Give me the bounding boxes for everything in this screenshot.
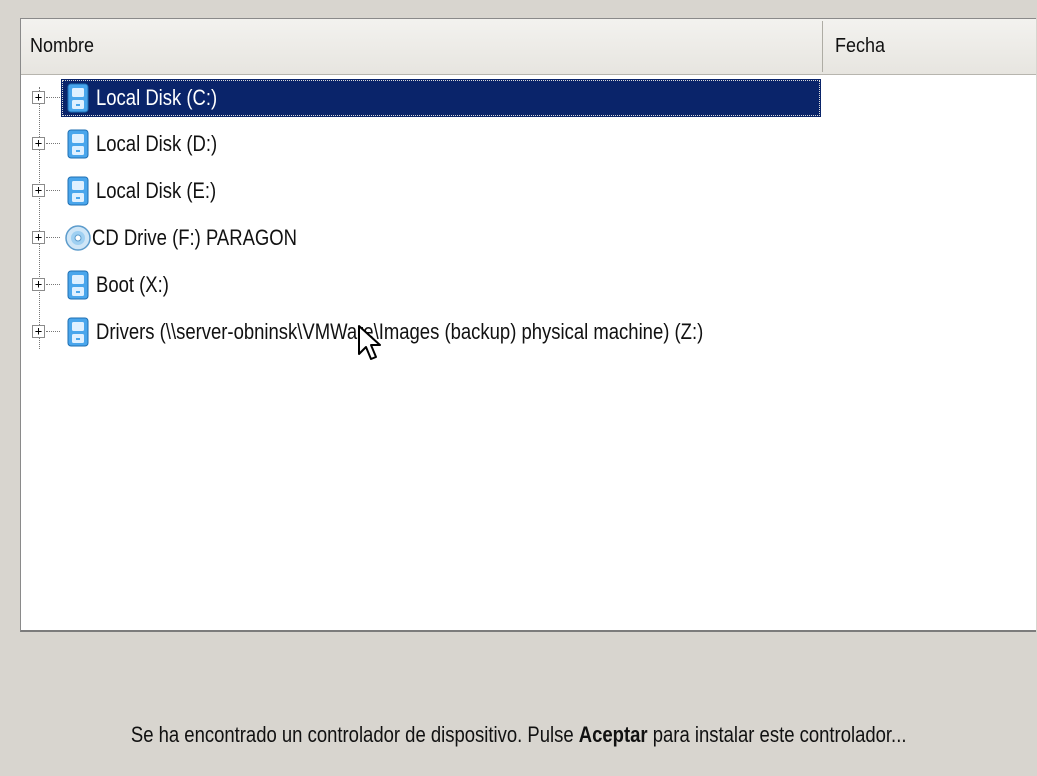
tree-item-local-disk-c[interactable]: + Local Disk (C:) (21, 76, 823, 120)
hard-disk-icon (67, 176, 89, 206)
hard-disk-icon (67, 129, 89, 159)
expand-icon[interactable]: + (32, 137, 45, 150)
expand-icon[interactable]: + (32, 325, 45, 338)
tree-item-label: Boot (X:) (96, 272, 169, 297)
column-header-date[interactable]: Fecha (826, 19, 1015, 74)
tree-item-cd-drive-f[interactable]: + CD Drive (F:) PARAGON (21, 216, 823, 260)
hard-disk-icon (67, 270, 89, 300)
tree-item-label: CD Drive (F:) PARAGON (92, 225, 297, 250)
tree-item-local-disk-d[interactable]: + Local Disk (D:) (21, 122, 823, 166)
cd-drive-icon (65, 225, 91, 251)
list-header: Nombre Fecha (21, 19, 1036, 75)
status-text-accept: Aceptar (578, 722, 648, 747)
driver-browse-window: Nombre Fecha + Local Disk (C:) + Local D… (0, 0, 1037, 776)
expand-icon[interactable]: + (32, 278, 45, 291)
status-message: Se ha encontrado un controlador de dispo… (0, 722, 1037, 762)
column-divider[interactable] (822, 21, 823, 72)
status-text-prefix: Se ha encontrado un controlador de dispo… (130, 722, 579, 747)
expand-icon[interactable]: + (32, 91, 45, 104)
status-text-suffix: para instalar este controlador... (647, 722, 907, 747)
expand-icon[interactable]: + (32, 231, 45, 244)
expand-icon[interactable]: + (32, 184, 45, 197)
tree-item-label: Local Disk (C:) (61, 79, 821, 117)
tree-item-label: Local Disk (E:) (96, 178, 217, 203)
network-drive-icon (67, 317, 89, 347)
tree-item-drivers-z[interactable]: + Drivers (\\server-obninsk\VMWare\Image… (21, 310, 823, 354)
drive-list-panel[interactable]: Nombre Fecha + Local Disk (C:) + Local D… (20, 18, 1036, 632)
column-header-name[interactable]: Nombre (21, 19, 741, 74)
tree-item-label: Drivers (\\server-obninsk\VMWare\Images … (96, 319, 704, 344)
tree-item-local-disk-e[interactable]: + Local Disk (E:) (21, 169, 823, 213)
tree-item-boot-x[interactable]: + Boot (X:) (21, 263, 823, 307)
hard-disk-icon (67, 83, 89, 113)
tree-item-label: Local Disk (D:) (96, 131, 218, 156)
mouse-pointer-icon (358, 325, 381, 360)
